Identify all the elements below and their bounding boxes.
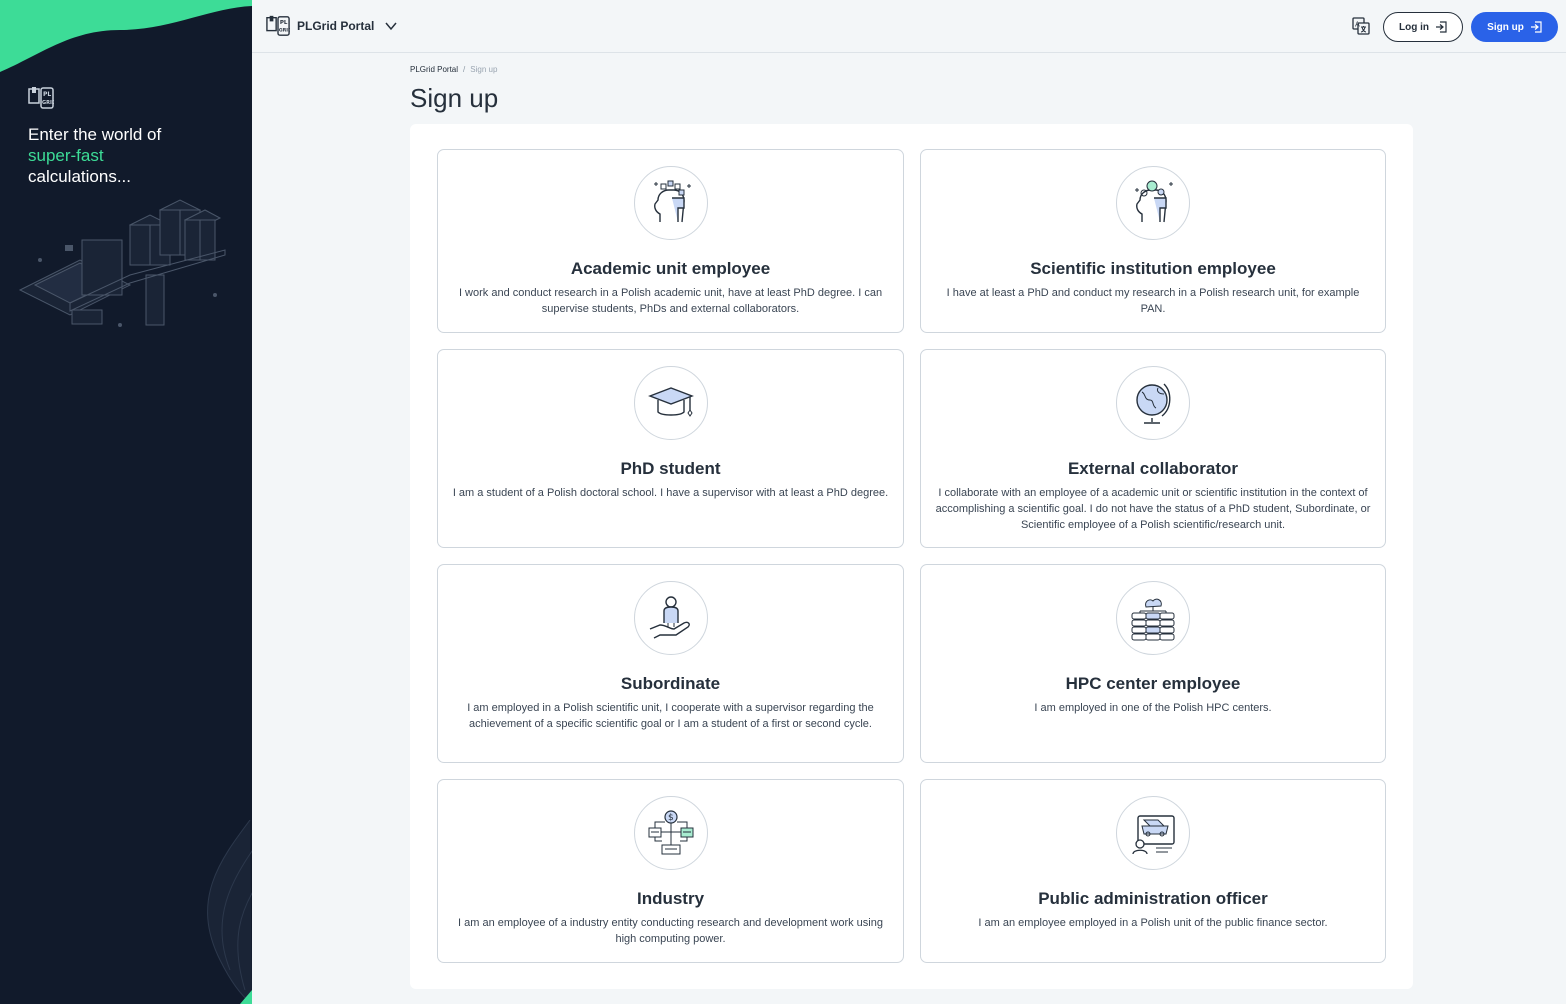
card-title: PhD student [620, 459, 721, 478]
card-title: External collaborator [1067, 459, 1239, 478]
graduation-cap-icon [633, 366, 708, 440]
tagline-line-3: calculations... [28, 167, 131, 186]
industry-network-icon: $ [633, 796, 708, 870]
globe-icon [1116, 366, 1190, 440]
login-label: Log in [1399, 21, 1429, 33]
svg-text:PL: PL [43, 91, 51, 98]
card-title: Public administration officer [1038, 889, 1268, 908]
card-description: I have at least a PhD and conduct my res… [946, 287, 1360, 315]
signup-icon [1530, 21, 1542, 33]
card-title: Academic unit employee [570, 259, 771, 278]
login-button[interactable]: Log in [1383, 12, 1463, 42]
card-subordinate[interactable]: Subordinate I am employed in a Polish sc… [437, 564, 904, 763]
svg-text:$: $ [668, 813, 674, 823]
translate-icon[interactable]: A [1352, 17, 1370, 35]
svg-text:GRID: GRID [42, 100, 54, 106]
page-title: Sign up [410, 83, 499, 113]
card-academic-unit-employee[interactable]: Academic unit employee I work and conduc… [437, 149, 904, 333]
card-title: Scientific institution employee [1030, 259, 1276, 278]
tagline-line-1: Enter the world of [28, 125, 162, 144]
card-phd-student[interactable]: PhD student I am a student of a Polish d… [437, 349, 904, 548]
person-hand-icon [633, 581, 708, 655]
card-industry[interactable]: $ Industry I am an employee of a industr… [437, 779, 904, 963]
card-title: HPC center employee [1065, 674, 1241, 693]
card-title: Subordinate [620, 674, 721, 693]
card-description: I am an employee employed in a Polish un… [978, 917, 1328, 929]
svg-text:PL: PL [280, 20, 288, 26]
card-description: I am a student of a Polish doctoral scho… [452, 487, 889, 499]
card-public-administration-officer[interactable]: Public administration officer I am an em… [920, 779, 1386, 963]
chevron-down-icon [385, 22, 397, 31]
card-hpc-center-employee[interactable]: HPC center employee I am employed in one… [920, 564, 1386, 763]
card-description: I am employed in a Polish scientific uni… [467, 702, 874, 730]
card-description: I collaborate with an employee of a acad… [935, 487, 1371, 531]
sidebar-lines-decoration [207, 820, 252, 1004]
datacenter-illustration [18, 199, 226, 327]
academic-head-icon [633, 166, 708, 240]
scientist-head-icon [1116, 166, 1190, 240]
signup-label: Sign up [1487, 21, 1524, 33]
svg-text:GRID: GRID [279, 28, 290, 34]
card-scientific-institution-employee[interactable]: Scientific institution employee I have a… [920, 149, 1386, 333]
card-external-collaborator[interactable]: External collaborator I collaborate with… [920, 349, 1386, 548]
plgrid-logo-icon: PL GRID [266, 15, 290, 36]
card-description: I am an employee of a industry entity co… [458, 917, 883, 945]
signup-button[interactable]: Sign up [1471, 12, 1558, 42]
breadcrumb-home-link[interactable]: PLGrid Portal [410, 65, 458, 74]
top-bar: PL GRID PLGrid Portal A Log in Sign up [252, 0, 1566, 53]
brand-name: PLGrid Portal [297, 19, 375, 33]
role-selection-panel: Academic unit employee I work and conduc… [410, 124, 1413, 989]
officer-computer-icon [1116, 796, 1190, 870]
login-icon [1436, 21, 1447, 33]
sidebar: PL GRID Enter the world of super-fast ca… [0, 0, 252, 1004]
breadcrumb-separator: / [463, 65, 466, 74]
breadcrumb: PLGrid Portal / Sign up [410, 65, 497, 74]
card-description: I work and conduct research in a Polish … [458, 287, 883, 315]
card-title: Industry [636, 889, 705, 908]
brand-menu[interactable]: PL GRID PLGrid Portal [266, 14, 398, 38]
sidebar-tagline: Enter the world of super-fast calculatio… [28, 124, 238, 187]
sidebar-wave-decoration [0, 0, 252, 72]
card-description: I am employed in one of the Polish HPC c… [1034, 702, 1272, 714]
svg-text:A: A [1355, 21, 1360, 29]
server-cloud-icon [1116, 581, 1190, 655]
breadcrumb-current: Sign up [470, 65, 498, 74]
plgrid-logo-icon: PL GRID [28, 87, 54, 109]
tagline-accent: super-fast [28, 146, 104, 165]
